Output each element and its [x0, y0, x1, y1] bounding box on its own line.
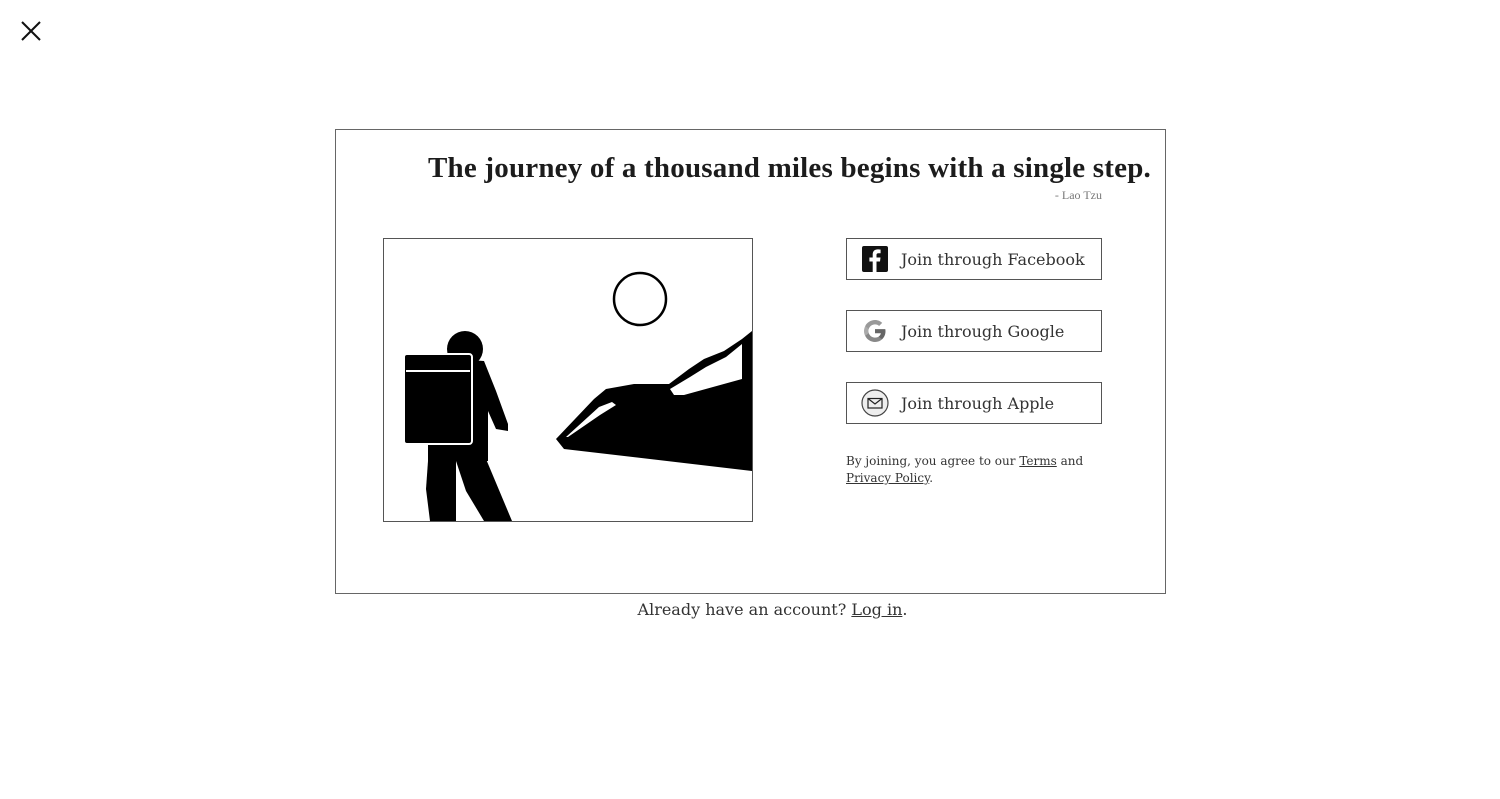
signup-card: The journey of a thousand miles begins w… — [335, 129, 1166, 594]
close-button[interactable] — [18, 18, 44, 44]
join-facebook-button[interactable]: Join through Facebook — [846, 238, 1102, 280]
legal-notice: By joining, you agree to our Terms and Pr… — [846, 453, 1116, 487]
google-icon — [861, 317, 889, 345]
join-google-button[interactable]: Join through Google — [846, 310, 1102, 352]
hiker-mountain-illustration — [383, 238, 753, 522]
login-prompt-text: Already have an account? — [637, 600, 852, 619]
terms-link[interactable]: Terms — [1019, 454, 1056, 468]
login-link[interactable]: Log in — [851, 600, 902, 619]
join-apple-button[interactable]: Join through Apple — [846, 382, 1102, 424]
mail-icon — [861, 389, 889, 417]
join-google-label: Join through Google — [901, 321, 1065, 341]
legal-suffix: . — [929, 471, 934, 485]
legal-prefix: By joining, you agree to our — [846, 454, 1020, 468]
quote-author: - Lao Tzu — [1054, 188, 1102, 202]
legal-and: and — [1056, 454, 1084, 468]
login-prompt-suffix: . — [902, 600, 908, 619]
close-icon — [21, 21, 41, 41]
facebook-icon — [861, 245, 889, 273]
quote-text: The journey of a thousand miles begins w… — [428, 152, 1151, 184]
privacy-policy-link[interactable]: Privacy Policy — [846, 471, 929, 485]
login-prompt: Already have an account? Log in. — [0, 600, 1500, 619]
join-apple-label: Join through Apple — [901, 393, 1055, 413]
join-facebook-label: Join through Facebook — [901, 249, 1085, 269]
